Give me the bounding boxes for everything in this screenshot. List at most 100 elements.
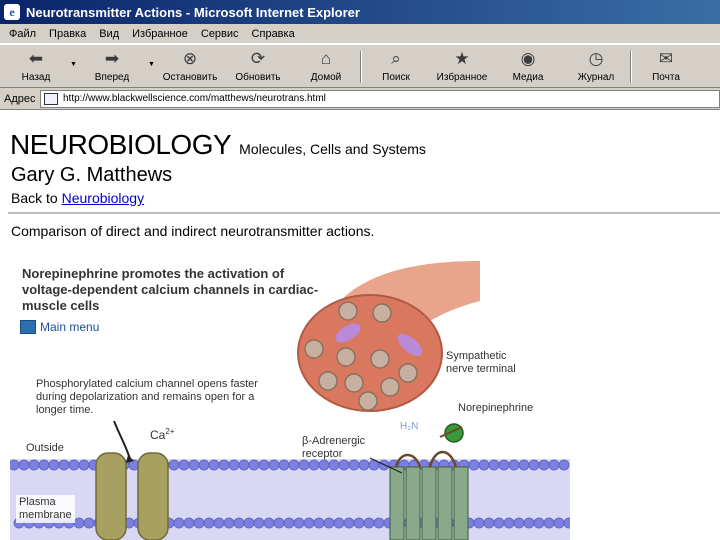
lipid-head (303, 517, 315, 529)
forward-dropdown-icon[interactable]: ▼ (148, 61, 155, 68)
lipid-head (268, 459, 280, 471)
menu-file[interactable]: Файл (9, 28, 36, 40)
receptor-label-line1: β-Adrenergic (302, 435, 366, 447)
lipid-head (213, 517, 225, 529)
back-arrow-icon: ⬅ (28, 48, 44, 68)
lipid-head (208, 459, 220, 471)
calcium-symbol: Ca (150, 428, 166, 442)
menu-edit[interactable]: Правка (49, 28, 86, 40)
lipid-head (273, 517, 285, 529)
home-label: Домой (310, 72, 342, 83)
lipid-head (493, 517, 505, 529)
lipid-head (318, 459, 330, 471)
lipid-head (218, 459, 230, 471)
ie-logo-icon: e (4, 4, 20, 20)
search-icon: ⌕ (391, 48, 401, 68)
refresh-button[interactable]: ⟳ Обновить (228, 47, 288, 87)
menu-icon (20, 320, 36, 334)
menu-help[interactable]: Справка (252, 28, 295, 40)
lipid-head (548, 459, 560, 471)
media-button[interactable]: ◉ Медиа (498, 47, 558, 87)
menu-view[interactable]: Вид (99, 28, 119, 40)
main-menu-link[interactable]: Main menu (20, 320, 99, 334)
lipid-head (338, 459, 350, 471)
lipid-head (238, 459, 250, 471)
lipid-head (288, 459, 300, 471)
refresh-icon: ⟳ (250, 48, 266, 68)
window-title: Neurotransmitter Actions - Microsoft Int… (26, 4, 360, 20)
lipid-head (28, 459, 40, 471)
back-button[interactable]: ⬅ Назад (6, 47, 66, 87)
page-description: Comparison of direct and indirect neurot… (11, 223, 375, 239)
address-url[interactable]: http://www.blackwellscience.com/matthews… (63, 93, 326, 104)
lipid-head (58, 459, 70, 471)
terminal-label-line2: nerve terminal (446, 363, 516, 375)
main-menu-label: Main menu (40, 320, 100, 334)
stop-icon: ⊗ (182, 48, 198, 68)
lipid-head (498, 459, 510, 471)
lipid-head (263, 517, 275, 529)
lipid-head (513, 517, 525, 529)
lipid-head (188, 459, 200, 471)
lipid-head (508, 459, 520, 471)
lipid-head (73, 517, 85, 529)
mail-button[interactable]: ✉ Почта (636, 47, 696, 87)
back-dropdown-icon[interactable]: ▼ (70, 61, 77, 68)
lipid-head (10, 459, 20, 471)
lipid-head (518, 459, 530, 471)
toolbar-separator (360, 51, 362, 83)
plasma-membrane (10, 459, 570, 540)
lipid-head (198, 459, 210, 471)
home-button[interactable]: ⌂ Домой (296, 47, 356, 87)
lipid-head (223, 517, 235, 529)
menu-favorites[interactable]: Избранное (132, 28, 188, 40)
lipid-head (253, 517, 265, 529)
lipid-head (183, 517, 195, 529)
author-name: Gary G. Matthews (11, 164, 173, 186)
forward-arrow-icon: ➡ (104, 48, 120, 68)
lipid-head (543, 517, 555, 529)
plasma-label-line2: membrane (19, 509, 72, 521)
lipid-head (203, 517, 215, 529)
search-button[interactable]: ⌕ Поиск (366, 47, 426, 87)
menu-tools[interactable]: Сервис (201, 28, 239, 40)
lipid-head (243, 517, 255, 529)
lipid-head (343, 517, 355, 529)
menu-bar: Файл Правка Вид Избранное Сервис Справка (0, 24, 720, 44)
book-heading: NEUROBIOLOGY Molecules, Cells and System… (10, 129, 426, 161)
stop-button[interactable]: ⊗ Остановить (160, 47, 220, 87)
lipid-head (538, 459, 550, 471)
lipid-head (283, 517, 295, 529)
figure-heading: Norepinephrine promotes the activation o… (22, 266, 319, 313)
favorites-label: Избранное (436, 72, 488, 83)
address-input[interactable]: http://www.blackwellscience.com/matthews… (40, 89, 720, 108)
favorites-button[interactable]: ★ Избранное (432, 47, 492, 87)
figure: Norepinephrine promotes the activation o… (10, 261, 570, 540)
lipid-head (313, 517, 325, 529)
h2n-label: H₂N (400, 421, 419, 432)
forward-label: Вперед (94, 72, 130, 83)
toolbar-separator (630, 51, 632, 83)
history-button[interactable]: ◷ Журнал (566, 47, 626, 87)
lipid-head (278, 459, 290, 471)
neurobiology-link[interactable]: Neurobiology (62, 190, 145, 206)
page-icon (44, 92, 58, 105)
lipid-head (348, 459, 360, 471)
receptor-label-line2: receptor (302, 448, 343, 460)
home-icon: ⌂ (320, 48, 332, 68)
lipid-head (353, 517, 365, 529)
toolbar: ⬅ Назад ▼ ➡ Вперед ▼ ⊗ Остановить ⟳ Обно… (0, 44, 720, 88)
title-bar: e Neurotransmitter Actions - Microsoft I… (0, 0, 720, 24)
lipid-head (298, 459, 310, 471)
history-label: Журнал (577, 72, 615, 83)
plasma-membrane-label: Plasma membrane (16, 495, 75, 523)
address-bar: Адрес http://www.blackwellscience.com/ma… (0, 88, 720, 110)
forward-button[interactable]: ➡ Вперед (82, 47, 142, 87)
book-subtitle: Molecules, Cells and Systems (239, 141, 426, 157)
plasma-label-line1: Plasma (19, 496, 56, 508)
terminal-label: Sympathetic nerve terminal (446, 350, 516, 376)
stop-label: Остановить (162, 72, 218, 83)
lipid-head (503, 517, 515, 529)
favorites-icon: ★ (454, 48, 470, 68)
lipid-head (358, 459, 370, 471)
